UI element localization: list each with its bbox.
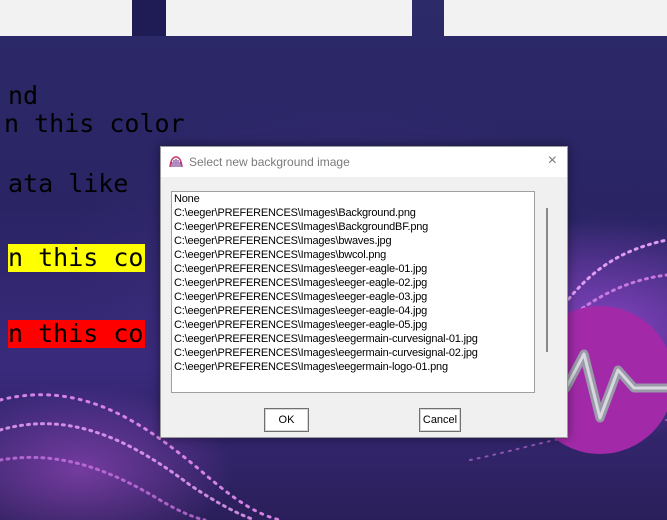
bg-text-yellow-highlight: n this co xyxy=(8,243,146,272)
list-item[interactable]: C:\eeger\PREFERENCES\Images\eegermain-cu… xyxy=(172,346,534,360)
list-item[interactable]: C:\eeger\PREFERENCES\Images\eeger-eagle-… xyxy=(172,318,534,332)
bg-text-line-2: n this color xyxy=(4,109,185,138)
cancel-button[interactable]: Cancel xyxy=(419,408,461,432)
list-item[interactable]: C:\eeger\PREFERENCES\Images\bwcol.png xyxy=(172,248,534,262)
dialog-title: Select new background image xyxy=(189,155,350,169)
list-item[interactable]: C:\eeger\PREFERENCES\Images\eegermain-lo… xyxy=(172,360,534,374)
close-icon[interactable]: × xyxy=(548,152,557,170)
dialog-titlebar[interactable]: Select new background image × xyxy=(161,147,567,177)
list-item[interactable]: C:\eeger\PREFERENCES\Images\bwaves.jpg xyxy=(172,234,534,248)
select-background-dialog: Select new background image × None C:\ee… xyxy=(160,146,568,438)
list-item[interactable]: C:\eeger\PREFERENCES\Images\eeger-eagle-… xyxy=(172,262,534,276)
list-item[interactable]: C:\eeger\PREFERENCES\Images\eegermain-cu… xyxy=(172,332,534,346)
app-icon xyxy=(169,156,183,168)
list-item[interactable]: C:\eeger\PREFERENCES\Images\Background.p… xyxy=(172,206,534,220)
bg-text-red-highlight: n this co xyxy=(8,319,146,348)
ok-button[interactable]: OK xyxy=(264,408,309,432)
list-item[interactable]: C:\eeger\PREFERENCES\Images\BackgroundBF… xyxy=(172,220,534,234)
list-item[interactable]: None xyxy=(172,192,534,206)
bg-text-line-1: nd xyxy=(8,81,39,110)
image-list[interactable]: None C:\eeger\PREFERENCES\Images\Backgro… xyxy=(171,191,535,393)
list-scrollbar[interactable] xyxy=(546,208,548,352)
list-item[interactable]: C:\eeger\PREFERENCES\Images\eeger-eagle-… xyxy=(172,290,534,304)
list-item[interactable]: C:\eeger\PREFERENCES\Images\eeger-eagle-… xyxy=(172,304,534,318)
list-item[interactable]: C:\eeger\PREFERENCES\Images\eeger-eagle-… xyxy=(172,276,534,290)
bg-text-line-3: ata like xyxy=(8,169,129,198)
